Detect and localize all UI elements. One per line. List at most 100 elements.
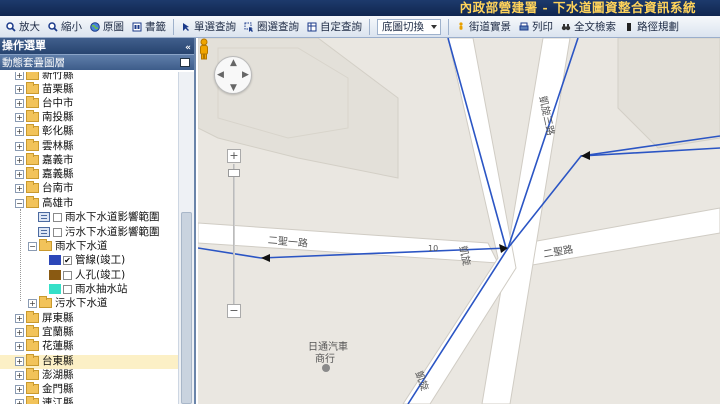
expand-icon[interactable]: + (15, 72, 24, 80)
zoom-slider-track[interactable] (233, 164, 235, 304)
custom-query-label: 自定查詢 (320, 21, 362, 33)
panel-menu-icon[interactable] (180, 58, 190, 67)
expand-icon[interactable]: + (15, 384, 24, 394)
collapse-node-icon[interactable]: − (28, 241, 37, 251)
tree-node-county[interactable]: + 花蓮縣 (15, 339, 74, 353)
route-planning-button[interactable]: 路徑規劃 (620, 17, 683, 37)
expand-icon[interactable]: + (15, 327, 24, 337)
tree-node-county[interactable]: + 台中市 (15, 96, 74, 110)
custom-query-button[interactable]: 自定查詢 (303, 17, 366, 37)
tree-node-county[interactable]: + 彰化縣 (15, 124, 74, 138)
tree-node-sublayer[interactable]: ✔ 管線(竣工) (49, 253, 125, 267)
tree-node-layer[interactable]: 污水下水道影響範圍 (38, 225, 160, 239)
folder-open-icon (26, 196, 39, 208)
basemap-select[interactable]: 底圖切換 (377, 18, 441, 35)
tree-node-county[interactable]: + 金門縣 (15, 382, 74, 396)
folder-icon (26, 339, 39, 351)
box-query-button[interactable]: 圈選查詢 (240, 17, 303, 37)
expand-icon[interactable]: + (15, 370, 24, 380)
expand-icon[interactable]: + (15, 341, 24, 351)
tree-node-county[interactable]: + 嘉義市 (15, 153, 74, 167)
toolbar: 放大 縮小 原圖 書籤 單選查詢 圈選查詢 自定查詢 底圖切換 街道實景 列印 (0, 16, 720, 38)
flow-arrow (261, 254, 270, 262)
tree-node-county[interactable]: + 苗栗縣 (15, 82, 74, 96)
tree-node-county-expanded[interactable]: − 高雄市 (15, 196, 74, 210)
scrollbar-thumb[interactable] (181, 212, 192, 404)
full-extent-button[interactable]: 原圖 (86, 17, 128, 37)
layer-checkbox-checked[interactable]: ✔ (63, 255, 72, 265)
layer-checkbox[interactable] (53, 227, 62, 237)
pump-station-legend-swatch (49, 284, 61, 294)
expand-icon[interactable]: + (15, 313, 24, 323)
collapse-node-icon[interactable]: − (15, 198, 24, 208)
map-canvas (198, 38, 720, 404)
tree-node-sublayer-selected[interactable]: 雨水抽水站 (49, 282, 128, 296)
expand-icon[interactable]: + (15, 84, 24, 94)
tree-node-group[interactable]: + 污水下水道 (28, 296, 108, 310)
pegman-icon[interactable] (198, 38, 210, 60)
pan-up-icon[interactable]: ▲ (230, 58, 237, 68)
expand-icon[interactable]: + (15, 126, 24, 136)
folder-icon (26, 311, 39, 323)
map-view[interactable]: 二聖一路 二聖路 凱旋三路 凱旋 凱旋 10 日通汽車 商行 ▲ ▼ ◀ ▶ +… (198, 38, 720, 404)
tree-node-layer[interactable]: 雨水下水道影響範圍 (38, 210, 160, 224)
basemap-switch-dropdown[interactable]: 底圖切換 (373, 17, 445, 37)
expand-icon[interactable]: + (15, 112, 24, 122)
tree-node-sublayer[interactable]: 人孔(竣工) (49, 268, 125, 282)
folder-icon (26, 96, 39, 108)
tree-node-label: 南投縣 (42, 111, 74, 123)
tree-node-label: 屏東縣 (42, 312, 74, 324)
layer-checkbox[interactable] (53, 212, 62, 222)
folder-icon (26, 396, 39, 404)
tree-node-county[interactable]: + 新竹縣 (15, 72, 74, 82)
tree-node-county[interactable]: + 嘉義縣 (15, 167, 74, 181)
tree-node-county[interactable]: + 台東縣 (15, 354, 74, 368)
tree-node-label: 污水下水道影響範圍 (65, 226, 160, 238)
folder-icon (26, 72, 39, 80)
zoom-slider-knob[interactable] (228, 169, 240, 177)
pan-left-icon[interactable]: ◀ (217, 70, 224, 80)
expand-icon[interactable]: + (15, 155, 24, 165)
tree-node-group-expanded[interactable]: − 雨水下水道 (28, 239, 108, 253)
tree-node-county[interactable]: + 澎湖縣 (15, 368, 74, 382)
tree-node-county[interactable]: + 南投縣 (15, 110, 74, 124)
expand-icon[interactable]: + (28, 298, 37, 308)
expand-icon[interactable]: + (15, 169, 24, 179)
tree-node-county[interactable]: + 宜蘭縣 (15, 325, 74, 339)
map-zoom-out-button[interactable]: − (227, 304, 241, 318)
pan-down-icon[interactable]: ▼ (230, 83, 237, 93)
folder-icon (26, 181, 39, 193)
tree-node-label: 嘉義市 (42, 154, 74, 166)
expand-icon[interactable]: + (15, 183, 24, 193)
zoom-in-button[interactable]: 放大 (2, 17, 44, 37)
map-zoom-in-button[interactable]: + (227, 149, 241, 163)
layer-checkbox[interactable] (63, 270, 72, 280)
print-icon (519, 22, 529, 30)
tree-node-label: 彰化縣 (42, 125, 74, 137)
expand-icon[interactable]: + (15, 98, 24, 108)
folder-icon (26, 124, 39, 136)
tree-node-county[interactable]: + 台南市 (15, 181, 74, 195)
tree-node-label: 雲林縣 (42, 140, 74, 152)
expand-icon[interactable]: + (15, 141, 24, 151)
app-title: 內政部營建署 - 下水道圖資整合資訊系統 (459, 0, 696, 15)
expand-icon[interactable]: + (15, 398, 24, 404)
fulltext-search-button[interactable]: 全文檢索 (557, 17, 620, 37)
tree-node-county[interactable]: + 屏東縣 (15, 311, 74, 325)
folder-icon (26, 325, 39, 337)
street-view-button[interactable]: 街道實景 (452, 17, 515, 37)
expand-icon[interactable]: + (15, 356, 24, 366)
zoom-out-button[interactable]: 縮小 (44, 17, 86, 37)
tree-node-county[interactable]: + 連江縣 (15, 396, 74, 404)
bookmark-button[interactable]: 書籤 (128, 17, 170, 37)
toolbar-separator (369, 18, 370, 35)
layer-tree-scrollbar[interactable] (178, 72, 194, 404)
folder-icon (26, 354, 39, 366)
single-query-button[interactable]: 單選查詢 (177, 17, 240, 37)
print-button[interactable]: 列印 (515, 17, 557, 37)
tree-node-county[interactable]: + 雲林縣 (15, 139, 74, 153)
layer-checkbox[interactable] (63, 284, 72, 294)
pan-control[interactable]: ▲ ▼ ◀ ▶ (214, 56, 252, 94)
tree-node-label: 連江縣 (42, 397, 74, 404)
pan-right-icon[interactable]: ▶ (242, 70, 249, 80)
